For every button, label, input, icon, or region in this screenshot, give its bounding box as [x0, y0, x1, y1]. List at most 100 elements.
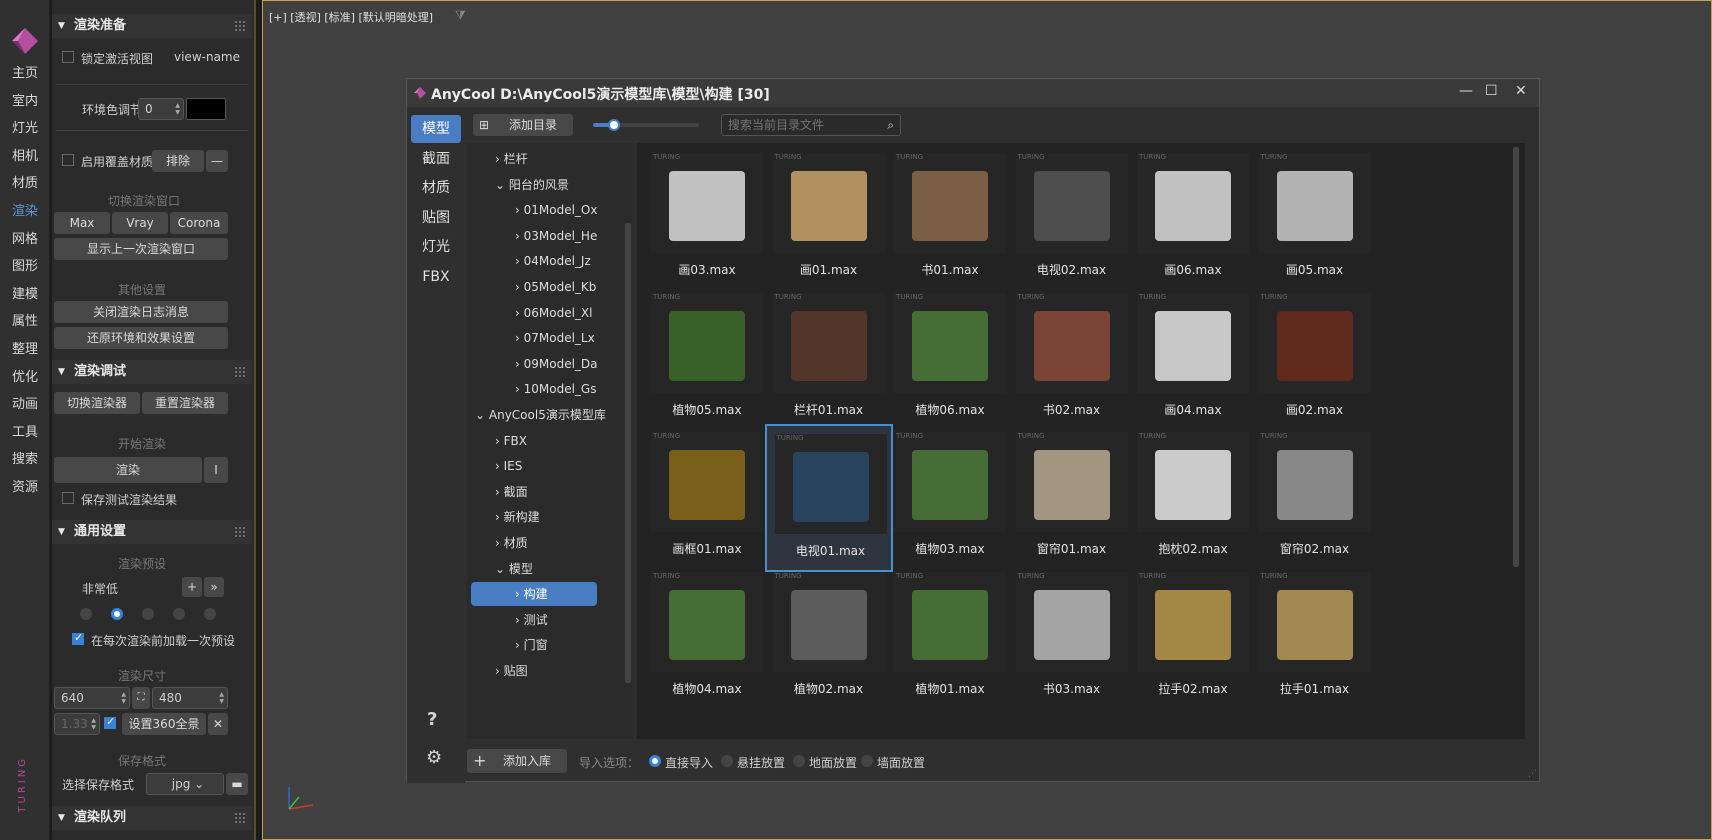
file-tile[interactable]: TURING 画06.max — [1129, 145, 1257, 293]
show-last-window-button[interactable]: 显示上一次渲染窗口 — [54, 238, 228, 260]
file-tile[interactable]: TURING 电视02.max — [1008, 145, 1136, 293]
gear-icon[interactable]: ⚙ — [426, 747, 442, 768]
chevron-right-icon[interactable]: › — [515, 357, 524, 371]
chevron-down-icon[interactable]: ⌄ — [475, 408, 489, 422]
load-preset-checkbox[interactable] — [72, 631, 84, 645]
section-render-prep[interactable]: ▼ 渲染准备 — [52, 14, 252, 38]
file-tile[interactable]: TURING 植物06.max — [886, 285, 1014, 433]
tab-item[interactable]: 截面 — [411, 145, 461, 173]
tree-item[interactable]: › 构建 — [471, 582, 597, 607]
spinner-icon[interactable]: ▲ ▼ — [91, 717, 96, 731]
ratio-input[interactable]: 1.33 ▲ ▼ — [54, 713, 100, 735]
ratio-lock-checkbox[interactable] — [104, 715, 116, 729]
render-button[interactable]: 渲染 — [54, 457, 202, 483]
import-option-radio[interactable] — [721, 755, 733, 767]
nav-item[interactable]: 资源 — [0, 476, 50, 495]
filter-icon[interactable]: ⧩ — [455, 8, 466, 23]
chevron-right-icon[interactable]: › — [515, 254, 524, 268]
file-tile[interactable]: TURING 画03.max — [643, 145, 771, 293]
tab-item[interactable]: 材质 — [411, 174, 461, 202]
tree-item[interactable]: › 门窗 — [467, 633, 623, 657]
tree-item[interactable]: › 04Model_Jz — [467, 249, 623, 273]
tree-item[interactable]: › 截面 — [467, 480, 623, 504]
tree-item[interactable]: › IES — [467, 454, 623, 478]
tree-item[interactable]: ⌄ AnyCool5演示模型库 — [467, 403, 623, 427]
tree-item[interactable]: ⌄ 模型 — [467, 557, 623, 581]
render-extra-button[interactable]: I — [204, 457, 228, 483]
file-tile[interactable]: TURING 书02.max — [1008, 285, 1136, 433]
spinner-icon[interactable]: ▲ ▼ — [121, 691, 126, 705]
tree-item[interactable]: › 05Model_Kb — [467, 275, 623, 299]
nav-item[interactable]: 整理 — [0, 338, 50, 357]
preset-dot-selected[interactable] — [111, 608, 123, 620]
preset-dot[interactable] — [142, 608, 154, 620]
renderer-vray-button[interactable]: Vray — [112, 212, 168, 234]
resize-grip-icon[interactable]: ⋰ — [1528, 769, 1537, 779]
spinner-icon[interactable]: ▲ ▼ — [175, 102, 180, 116]
nav-item[interactable]: 搜索 — [0, 448, 50, 467]
tree-item[interactable]: › FBX — [467, 429, 623, 453]
chevron-right-icon[interactable]: › — [495, 434, 504, 448]
env-color-input[interactable]: 0 ▲ ▼ — [138, 98, 184, 120]
drag-grip-icon[interactable] — [234, 20, 246, 32]
import-option-radio[interactable] — [649, 755, 661, 767]
preset-dot[interactable] — [173, 608, 185, 620]
tree-item[interactable]: › 栏杆 — [467, 147, 623, 171]
tab-item[interactable]: 灯光 — [411, 233, 461, 261]
section-general[interactable]: ▼ 通用设置 — [52, 520, 252, 544]
nav-item[interactable]: 渲染 — [0, 200, 50, 219]
minimize-icon[interactable]: — — [1459, 83, 1473, 99]
height-input[interactable]: 480 ▲ ▼ — [152, 687, 228, 709]
search-input[interactable]: ⌕ — [721, 114, 901, 136]
chevron-right-icon[interactable]: › — [495, 510, 504, 524]
nav-item[interactable]: 动画 — [0, 393, 50, 412]
chevron-right-icon[interactable]: › — [515, 229, 524, 243]
file-tile[interactable]: TURING 拉手01.max — [1251, 564, 1379, 712]
nav-item[interactable]: 室内 — [0, 90, 50, 109]
file-tile[interactable]: TURING 窗帘01.max — [1008, 424, 1136, 572]
chevron-right-icon[interactable]: › — [495, 459, 504, 473]
renderer-max-button[interactable]: Max — [54, 212, 110, 234]
tree-item[interactable]: › 07Model_Lx — [467, 326, 623, 350]
chevron-right-icon[interactable]: › — [495, 664, 504, 678]
nav-item[interactable]: 优化 — [0, 366, 50, 385]
grid-scrollbar[interactable] — [1513, 147, 1519, 567]
preset-more-button[interactable]: » — [204, 577, 224, 597]
chevron-right-icon[interactable]: › — [515, 587, 524, 601]
nav-item[interactable]: 灯光 — [0, 117, 50, 136]
add-directory-button[interactable]: ⊞ 添加目录 — [473, 114, 573, 136]
search-field[interactable] — [728, 118, 878, 132]
window-titlebar[interactable]: AnyCool D:\AnyCool5演示模型库\模型\构建 [30] — ☐ … — [407, 79, 1539, 107]
chevron-down-icon[interactable]: ⌄ — [495, 562, 509, 576]
nav-item[interactable]: 网格 — [0, 228, 50, 247]
file-tile[interactable]: TURING 画04.max — [1129, 285, 1257, 433]
lock-view-checkbox[interactable] — [62, 51, 74, 63]
chevron-right-icon[interactable]: › — [515, 331, 524, 345]
file-tile[interactable]: TURING 画框01.max — [643, 424, 771, 572]
tree-item[interactable]: › 贴图 — [467, 659, 623, 683]
zoom-slider[interactable] — [593, 119, 699, 131]
switch-renderer-button[interactable]: 切换渲染器 — [54, 392, 140, 414]
nav-item[interactable]: 图形 — [0, 255, 50, 274]
tab-item[interactable]: 模型 — [411, 115, 461, 143]
drag-grip-icon[interactable] — [234, 526, 246, 538]
chevron-right-icon[interactable]: › — [515, 382, 524, 396]
close-icon[interactable]: ✕ — [208, 713, 228, 735]
chevron-right-icon[interactable]: › — [495, 536, 504, 550]
minus-button[interactable]: — — [206, 150, 228, 172]
tree-item[interactable]: › 10Model_Gs — [467, 377, 623, 401]
file-tile[interactable]: TURING 植物03.max — [886, 424, 1014, 572]
link-size-icon[interactable]: ⛶ — [132, 687, 150, 709]
save-test-checkbox[interactable] — [62, 492, 74, 504]
preset-dot[interactable] — [80, 608, 92, 620]
viewport-label[interactable]: [+] [透视] [标准] [默认明暗处理] — [269, 9, 433, 25]
drag-grip-icon[interactable] — [234, 812, 246, 824]
chevron-right-icon[interactable]: › — [515, 638, 524, 652]
override-mat-checkbox[interactable] — [62, 154, 74, 166]
tab-item[interactable]: 贴图 — [411, 204, 461, 232]
nav-item[interactable]: 相机 — [0, 145, 50, 164]
add-to-library-button[interactable]: + 添加入库 — [467, 749, 567, 773]
nav-item[interactable]: 建模 — [0, 283, 50, 302]
env-color-swatch[interactable] — [186, 98, 226, 120]
section-queue[interactable]: ▼ 渲染队列 — [52, 806, 252, 830]
